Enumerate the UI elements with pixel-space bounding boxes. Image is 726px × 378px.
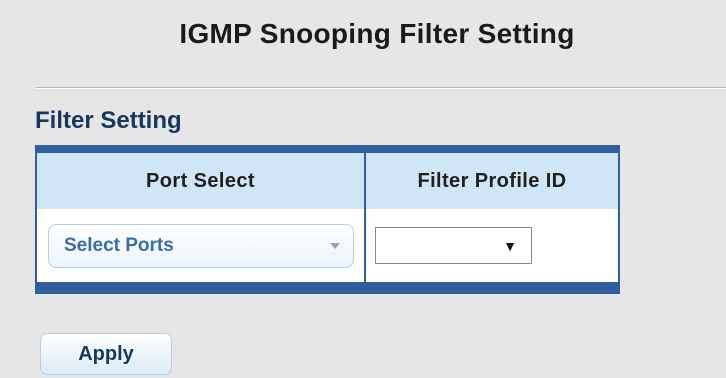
apply-button[interactable]: Apply	[40, 333, 172, 375]
filter-profile-id-select[interactable]: ▼	[375, 227, 532, 264]
column-header-filter-profile-id: Filter Profile ID	[366, 153, 618, 209]
filter-setting-table: Port Select Filter Profile ID Select Por…	[35, 145, 620, 294]
filter-setting-grid: Port Select Filter Profile ID Select Por…	[37, 153, 618, 282]
filter-profile-cell: ▼	[366, 209, 618, 282]
title-divider	[36, 87, 726, 89]
port-select-cell: Select Ports	[37, 209, 366, 282]
column-header-port-select: Port Select	[37, 153, 366, 209]
page-title: IGMP Snooping Filter Setting	[179, 18, 575, 49]
port-select-label: Select Ports	[64, 234, 174, 256]
port-select-dropdown[interactable]: Select Ports	[48, 223, 354, 268]
caret-down-icon	[330, 242, 340, 249]
caret-down-icon: ▼	[503, 237, 517, 254]
section-heading: Filter Setting	[35, 107, 182, 134]
